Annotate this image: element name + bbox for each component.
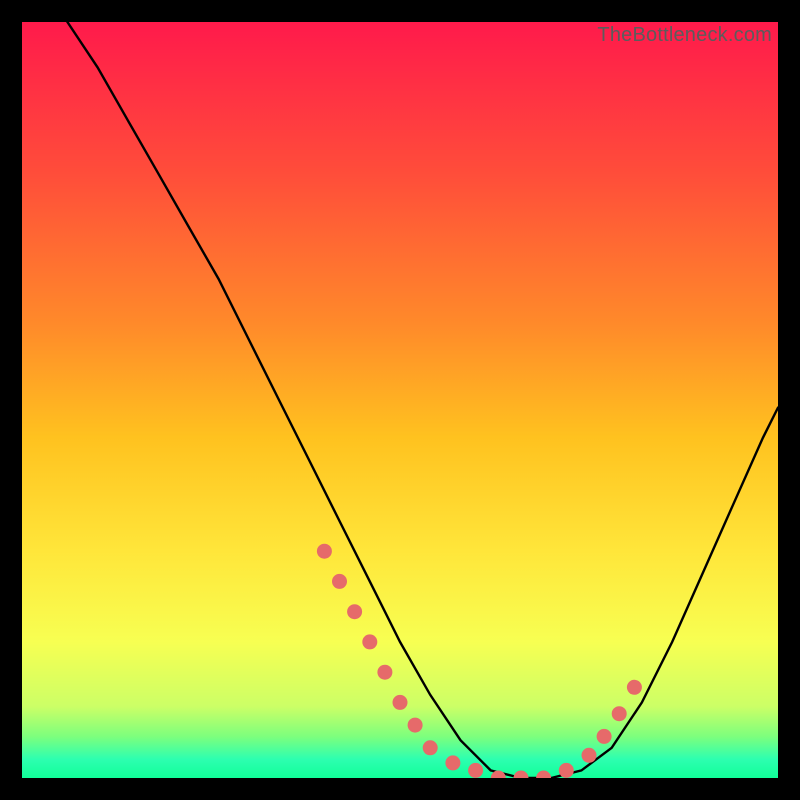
highlight-dot: [332, 574, 347, 589]
chart-svg: [22, 22, 778, 778]
highlight-dot: [423, 740, 438, 755]
highlight-dot: [597, 729, 612, 744]
highlight-dot: [377, 665, 392, 680]
chart-frame: TheBottleneck.com: [22, 22, 778, 778]
highlight-dot: [393, 695, 408, 710]
highlight-dot: [362, 634, 377, 649]
highlight-dot: [612, 706, 627, 721]
highlight-dot: [347, 604, 362, 619]
highlight-dot: [317, 544, 332, 559]
highlight-dot: [627, 680, 642, 695]
highlight-dot: [468, 763, 483, 778]
highlight-dot: [559, 763, 574, 778]
highlight-dot: [445, 755, 460, 770]
highlight-dot: [582, 748, 597, 763]
highlight-dot: [408, 718, 423, 733]
attribution-label: TheBottleneck.com: [597, 24, 772, 47]
